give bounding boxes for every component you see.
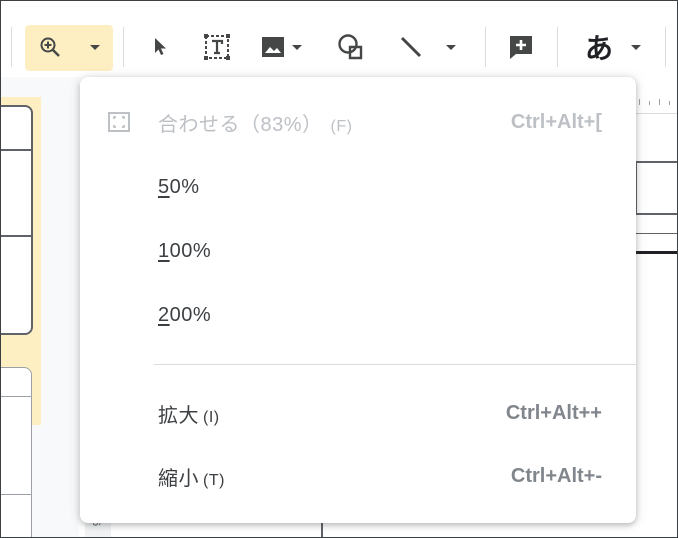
shape-button[interactable]	[331, 25, 371, 69]
toolbar: あ	[1, 1, 677, 77]
menu-item-zoom-100[interactable]: 100%	[80, 221, 636, 281]
zoom-dropdown-button[interactable]	[83, 25, 107, 69]
horizontal-ruler	[631, 93, 677, 114]
menu-item-label: 200%	[158, 303, 212, 326]
canvas-line[interactable]	[635, 251, 677, 254]
menu-item-zoom-200[interactable]: 200%	[80, 285, 636, 345]
menu-item-label: 拡大 (I)	[158, 404, 220, 427]
text-input-button[interactable]: あ	[573, 25, 653, 69]
line-button[interactable]	[391, 25, 463, 69]
canvas-guide-line	[635, 233, 677, 234]
menu-item-zoom-in[interactable]: 拡大 (I) Ctrl+Alt++	[80, 383, 636, 443]
zoom-in-icon	[39, 36, 61, 58]
slide-thumbnail-panel	[1, 77, 79, 537]
menu-item-fit[interactable]: 合わせる（83%） (F) Ctrl+Alt+[	[80, 92, 636, 152]
app-frame: あ 6 合わせる（83%） (F) Ctrl+Alt+[50% 100% 20…	[0, 0, 678, 538]
text-box-button[interactable]	[195, 25, 239, 69]
hiragana-a-icon: あ	[584, 32, 613, 65]
select-tool-button[interactable]	[145, 25, 175, 69]
toolbar-divider	[11, 27, 12, 67]
toolbar-divider	[557, 27, 558, 67]
menu-item-zoom-out[interactable]: 縮小 (T) Ctrl+Alt+-	[80, 446, 636, 506]
toolbar-divider	[485, 27, 486, 67]
caret-down-icon	[90, 44, 100, 50]
menu-item-zoom-50[interactable]: 50%	[80, 157, 636, 217]
slide-thumbnail[interactable]	[1, 367, 32, 537]
canvas-shape[interactable]	[635, 161, 677, 215]
toolbar-divider	[665, 27, 666, 67]
zoom-button[interactable]	[31, 25, 69, 69]
fit-screen-icon	[107, 110, 131, 139]
toolbar-divider	[123, 27, 124, 67]
caret-down-icon	[292, 44, 302, 50]
add-comment-button[interactable]	[501, 25, 541, 69]
menu-separator	[154, 364, 636, 365]
menu-item-label: 合わせる（83%） (F)	[158, 113, 353, 136]
line-icon	[398, 34, 424, 60]
caret-down-icon	[631, 44, 641, 50]
menu-item-shortcut: Ctrl+Alt+-	[510, 464, 602, 487]
caret-down-icon	[446, 44, 456, 50]
menu-item-label: 縮小 (T)	[158, 467, 225, 490]
text-box-icon	[202, 32, 232, 62]
add-comment-icon	[508, 34, 534, 60]
slide-thumbnail-selected[interactable]	[1, 105, 33, 335]
menu-item-shortcut: Ctrl+Alt+[	[510, 110, 602, 133]
image-button[interactable]	[253, 25, 309, 69]
shape-icon	[336, 33, 366, 61]
menu-item-label: 100%	[158, 239, 212, 262]
zoom-menu: 合わせる（83%） (F) Ctrl+Alt+[ 50% 100% 200% 拡大…	[80, 77, 636, 523]
menu-item-label: 50%	[158, 175, 200, 198]
image-icon	[260, 34, 286, 60]
menu-item-shortcut: Ctrl+Alt++	[505, 401, 602, 424]
cursor-arrow-icon	[152, 37, 168, 57]
